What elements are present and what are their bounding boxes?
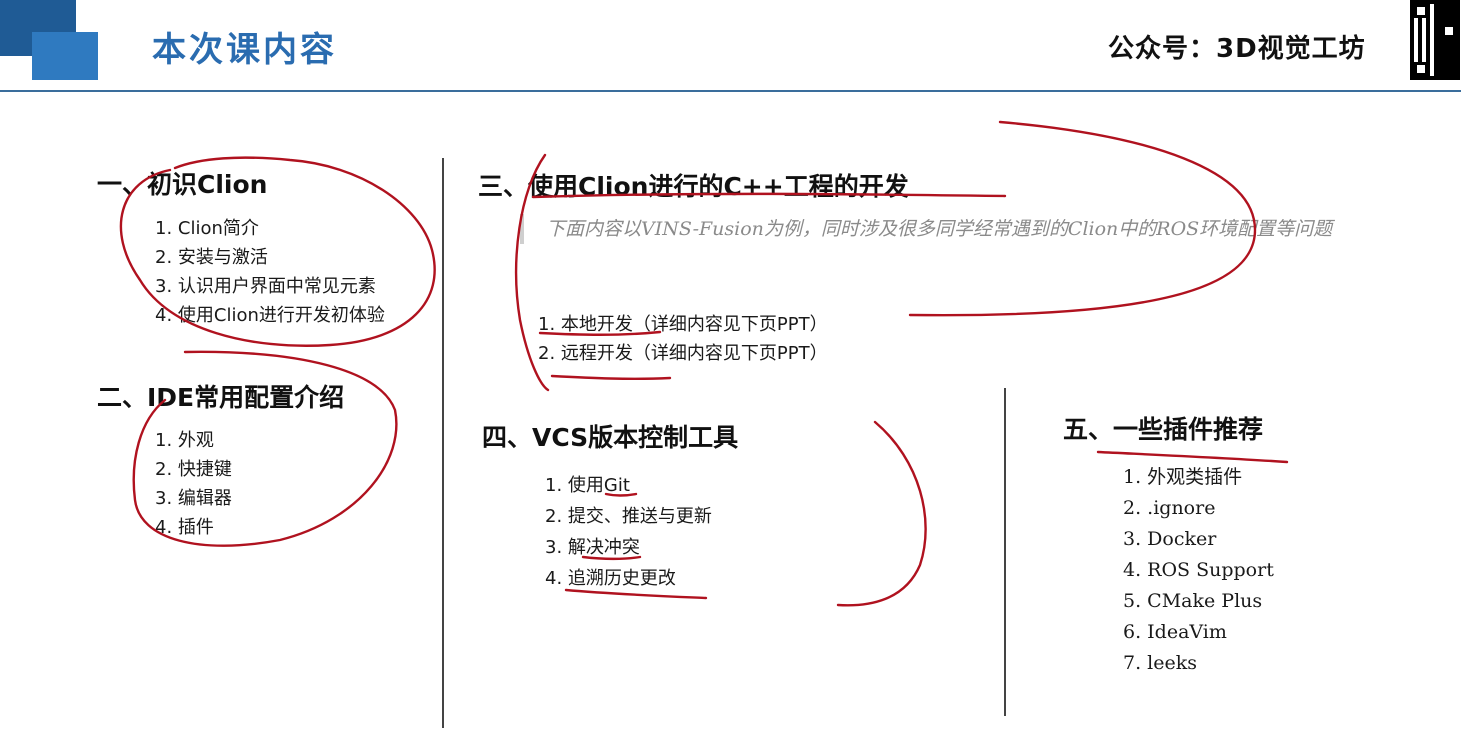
handwritten-annotations (119, 120, 1289, 607)
annotation-underline-git (604, 492, 638, 497)
annotation-bracket-section4 (836, 420, 927, 607)
annotation-underline-conflict (581, 555, 642, 561)
annotation-circle-section2 (132, 350, 398, 547)
annotation-arc-section3 (908, 120, 1257, 317)
annotation-underline-section5 (1096, 450, 1289, 464)
annotation-underline-history (564, 588, 708, 600)
annotation-circle-section1 (119, 156, 436, 347)
annotation-underline-s3-title (531, 192, 1007, 199)
annotation-underline-s3-item2 (550, 374, 672, 381)
annotation-loop-section3 (515, 153, 550, 392)
annotation-underline-s3-item1 (538, 330, 662, 336)
